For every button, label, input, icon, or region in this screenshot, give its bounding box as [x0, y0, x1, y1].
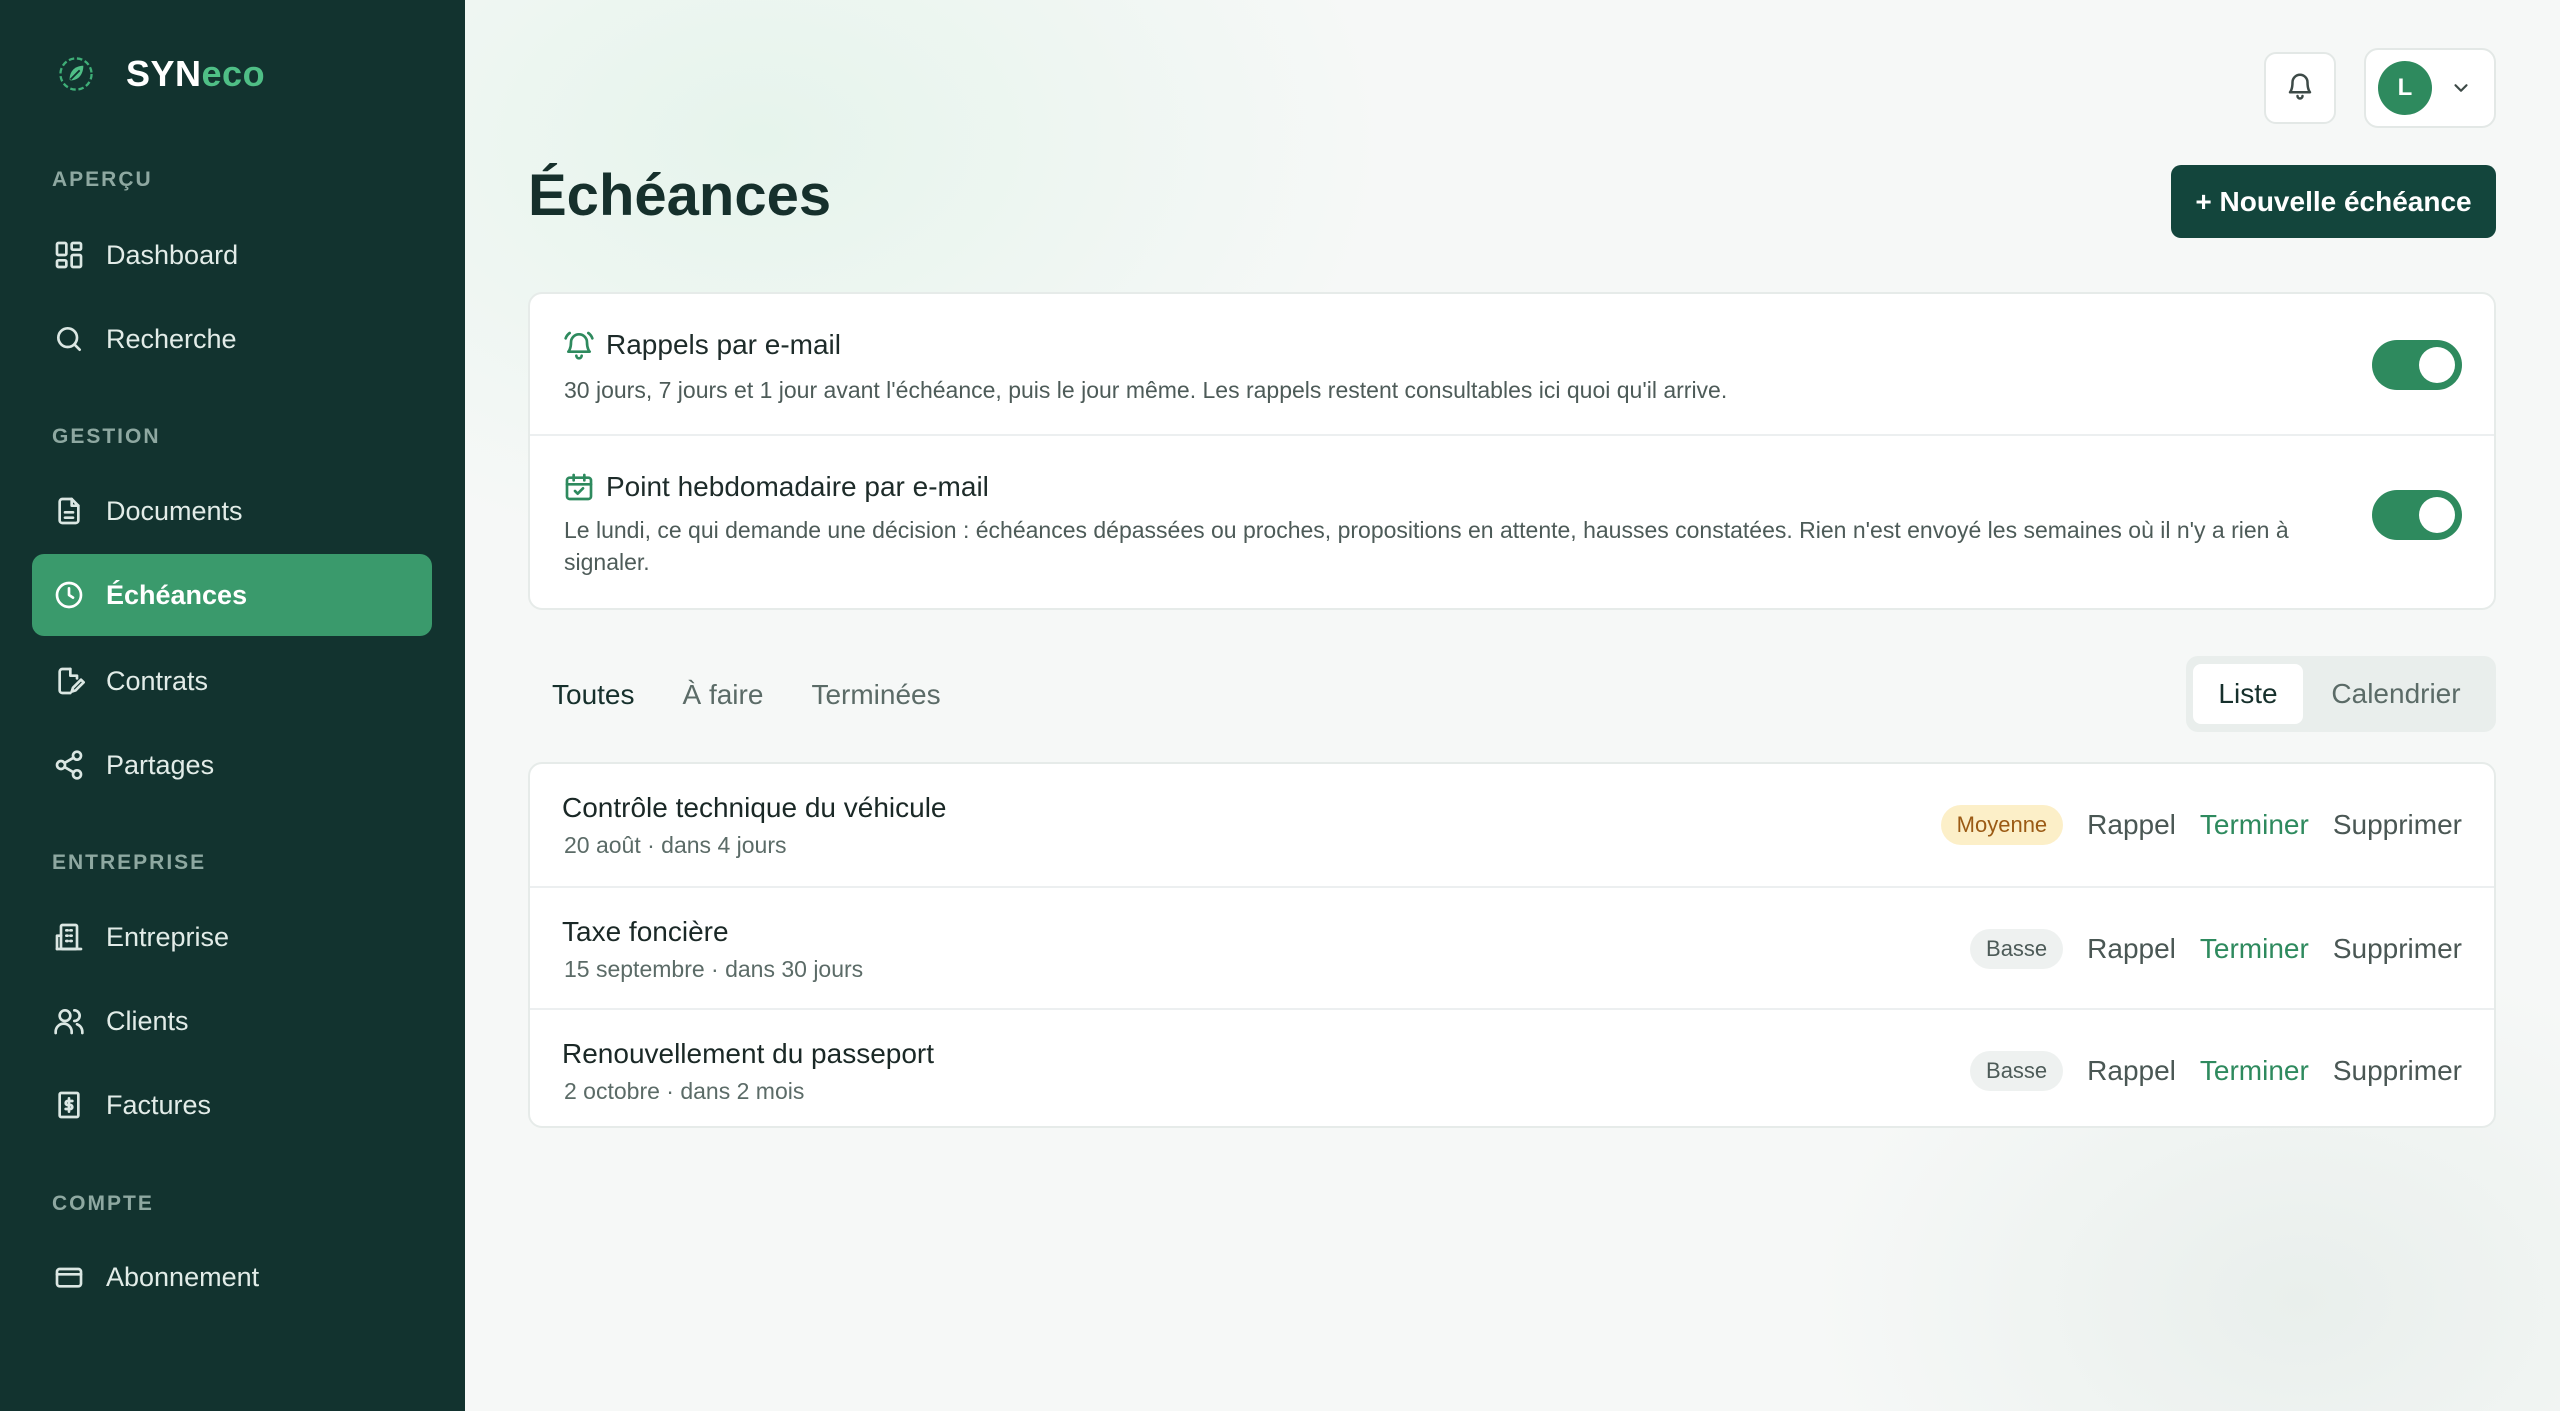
- bell-icon: [2285, 71, 2315, 106]
- sidebar-item-label: Abonnement: [106, 1261, 260, 1292]
- contract-edit-icon: [52, 664, 86, 698]
- delete-button[interactable]: Supprimer: [2333, 809, 2462, 841]
- brand[interactable]: SYNeco: [52, 50, 265, 98]
- sidebar-item-label: Dashboard: [106, 239, 239, 270]
- tab-todo[interactable]: À faire: [659, 679, 788, 711]
- deadline-title: Renouvellement du passeport: [562, 1038, 935, 1069]
- sidebar-item-contracts[interactable]: Contrats: [32, 640, 432, 722]
- document-icon: [52, 494, 86, 528]
- sidebar-item-invoices[interactable]: Factures: [32, 1064, 432, 1146]
- tab-all[interactable]: Toutes: [528, 679, 659, 711]
- calendar-check-icon: [562, 470, 596, 504]
- sidebar-item-shares[interactable]: Partages: [32, 724, 432, 806]
- deadline-title: Contrôle technique du véhicule: [562, 792, 947, 823]
- nav-section-account: COMPTE: [52, 1192, 154, 1215]
- complete-button[interactable]: Terminer: [2200, 933, 2309, 965]
- deadline-date: 20 août · dans 4 jours: [564, 832, 787, 858]
- view-switch: Liste Calendrier: [2186, 656, 2496, 732]
- list-item[interactable]: Renouvellement du passeport 2 octobre · …: [530, 1008, 2494, 1130]
- filter-tabs: Toutes À faire Terminées: [528, 660, 965, 730]
- page-title: Échéances: [528, 163, 832, 228]
- sidebar-item-label: Documents: [106, 495, 243, 526]
- setting-title: Rappels par e-mail: [562, 328, 841, 362]
- row-actions: Moyenne Rappel Terminer Supprimer: [1940, 764, 2462, 886]
- weekly-digest-toggle[interactable]: [2372, 490, 2462, 540]
- sidebar-item-label: Partages: [106, 749, 215, 780]
- sidebar-item-subscription[interactable]: Abonnement: [32, 1236, 432, 1318]
- sidebar-item-label: Entreprise: [106, 921, 230, 952]
- priority-badge: Moyenne: [1940, 805, 2064, 845]
- list-item[interactable]: Contrôle technique du véhicule 20 août ·…: [530, 764, 2494, 886]
- clock-icon: [52, 578, 86, 612]
- bell-ringing-icon: [562, 328, 596, 362]
- chevron-down-icon: [2450, 77, 2472, 99]
- notifications-button[interactable]: [2264, 52, 2336, 124]
- sidebar-item-label: Factures: [106, 1089, 212, 1120]
- avatar: L: [2378, 61, 2432, 115]
- row-actions: Basse Rappel Terminer Supprimer: [1970, 1010, 2462, 1132]
- sidebar-item-dashboard[interactable]: Dashboard: [32, 214, 432, 296]
- invoice-icon: [52, 1088, 86, 1122]
- sidebar-item-search[interactable]: Recherche: [32, 298, 432, 380]
- setting-description: Le lundi, ce qui demande une décision : …: [564, 517, 2289, 575]
- delete-button[interactable]: Supprimer: [2333, 933, 2462, 965]
- search-icon: [52, 322, 86, 356]
- sidebar-item-documents[interactable]: Documents: [32, 470, 432, 552]
- dashboard-icon: [52, 238, 86, 272]
- sidebar: SYNeco APERÇU Dashboard Recherche GESTIO…: [0, 0, 465, 1411]
- delete-button[interactable]: Supprimer: [2333, 1055, 2462, 1087]
- view-list-button[interactable]: Liste: [2193, 664, 2303, 724]
- weekly-digest-setting: Point hebdomadaire par e-mail Le lundi, …: [530, 436, 2494, 610]
- tab-done[interactable]: Terminées: [787, 679, 964, 711]
- list-item[interactable]: Taxe foncière 15 septembre · dans 30 jou…: [530, 886, 2494, 1008]
- deadlines-list: Contrôle technique du véhicule 20 août ·…: [528, 762, 2496, 1128]
- complete-button[interactable]: Terminer: [2200, 1055, 2309, 1087]
- row-actions: Basse Rappel Terminer Supprimer: [1970, 888, 2462, 1010]
- new-deadline-button[interactable]: + Nouvelle échéance: [2171, 165, 2496, 238]
- setting-title: Point hebdomadaire par e-mail: [562, 470, 989, 504]
- reminder-button[interactable]: Rappel: [2087, 1055, 2176, 1087]
- complete-button[interactable]: Terminer: [2200, 809, 2309, 841]
- nav-section-company: ENTREPRISE: [52, 851, 207, 874]
- sidebar-item-label: Échéances: [106, 579, 248, 610]
- building-icon: [52, 920, 86, 954]
- user-menu-button[interactable]: L: [2364, 48, 2496, 128]
- sidebar-item-label: Contrats: [106, 665, 209, 696]
- sidebar-item-company[interactable]: Entreprise: [32, 896, 432, 978]
- priority-badge: Basse: [1970, 1051, 2064, 1091]
- toggle-knob: [2419, 347, 2455, 383]
- priority-badge: Basse: [1970, 929, 2064, 969]
- deadline-title: Taxe foncière: [562, 916, 729, 947]
- view-calendar-button[interactable]: Calendrier: [2303, 664, 2489, 724]
- sidebar-item-label: Recherche: [106, 323, 237, 354]
- reminder-button[interactable]: Rappel: [2087, 933, 2176, 965]
- brand-name: SYNeco: [126, 53, 266, 94]
- reminder-settings-card: Rappels par e-mail 30 jours, 7 jours et …: [528, 292, 2496, 610]
- sidebar-item-clients[interactable]: Clients: [32, 980, 432, 1062]
- toggle-knob: [2419, 497, 2455, 533]
- nav-section-overview: APERÇU: [52, 168, 153, 191]
- sidebar-item-label: Clients: [106, 1005, 189, 1036]
- email-reminders-setting: Rappels par e-mail 30 jours, 7 jours et …: [530, 294, 2494, 436]
- reminder-button[interactable]: Rappel: [2087, 809, 2176, 841]
- email-reminders-toggle[interactable]: [2372, 340, 2462, 390]
- deadline-date: 2 octobre · dans 2 mois: [564, 1078, 805, 1104]
- share-icon: [52, 748, 86, 782]
- users-icon: [52, 1004, 86, 1038]
- sidebar-item-deadlines[interactable]: Échéances: [32, 554, 432, 636]
- nav-section-management: GESTION: [52, 425, 161, 448]
- leaf-logo-icon: [52, 50, 100, 98]
- setting-description: 30 jours, 7 jours et 1 jour avant l'éché…: [564, 377, 1728, 403]
- credit-card-icon: [52, 1260, 86, 1294]
- deadline-date: 15 septembre · dans 30 jours: [564, 956, 864, 982]
